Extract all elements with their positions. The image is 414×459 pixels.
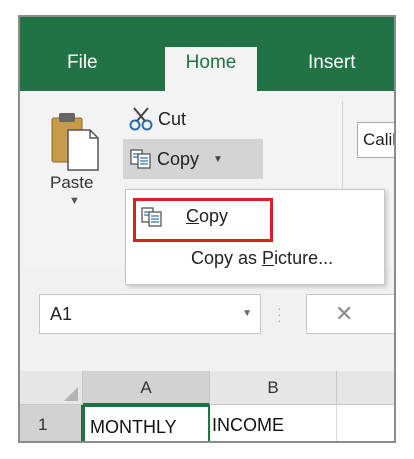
ribbon-tab-strip: File Home Insert [20, 17, 394, 91]
cell-a1[interactable]: MONTHLY [83, 405, 210, 441]
column-header-a[interactable]: A [83, 371, 210, 405]
copy-split-button[interactable]: Copy ▼ [123, 139, 263, 179]
chevron-down-icon[interactable]: ▼ [242, 295, 252, 333]
copy-label: Copy [157, 148, 200, 169]
label-rest: opy [199, 206, 229, 226]
paste-icon [51, 113, 99, 171]
label-prefix: Copy as [191, 248, 263, 268]
menu-item-copy-as-picture-label: Copy as Picture... [191, 238, 333, 278]
enter-icon[interactable]: ✓ [393, 303, 394, 324]
access-key: P [262, 248, 275, 268]
name-box-value: A1 [50, 304, 73, 324]
name-box[interactable]: A1 ▼ [39, 294, 261, 334]
tab-home[interactable]: Home [165, 47, 257, 91]
access-key: C [186, 206, 199, 226]
row-header-1[interactable]: 1 [20, 405, 83, 441]
chevron-down-icon: ▼ [69, 195, 80, 207]
select-all-corner[interactable] [20, 371, 83, 405]
column-header-b[interactable]: B [210, 371, 337, 405]
cell-b1[interactable]: INCOME [210, 405, 337, 441]
tab-file[interactable]: File [67, 47, 98, 91]
formula-input[interactable]: ✕ ✓ [306, 294, 394, 334]
cut-button[interactable]: Cut [128, 105, 186, 133]
cell-c1[interactable] [337, 405, 394, 441]
copy-icon [141, 207, 162, 227]
scissors-icon [129, 107, 153, 131]
chevron-down-icon[interactable]: ▼ [213, 154, 223, 165]
label-rest: icture... [274, 248, 334, 268]
splitter-dots-icon[interactable]: · · · [277, 301, 282, 327]
menu-item-copy-as-picture[interactable]: Copy as Picture... [126, 238, 384, 278]
copy-icon [130, 149, 151, 169]
copy-dropdown-menu: Copy Copy as Picture... [125, 189, 385, 285]
cancel-icon[interactable]: ✕ [335, 301, 353, 327]
menu-item-copy-label: Copy [186, 196, 228, 236]
paste-label: Paste [50, 173, 94, 192]
menu-item-copy[interactable]: Copy [126, 196, 384, 242]
worksheet-grid: A B C 1 MONTHLY INCOME [20, 371, 394, 441]
column-header-c[interactable]: C [337, 371, 394, 405]
font-name-input[interactable]: Calib [357, 122, 394, 158]
cut-label: Cut [158, 108, 187, 129]
select-all-triangle-icon [64, 387, 78, 401]
excel-window: File Home Insert Paste ▼ Cut Copy ▼ Cali… [18, 15, 396, 443]
tab-insert[interactable]: Insert [308, 47, 356, 91]
